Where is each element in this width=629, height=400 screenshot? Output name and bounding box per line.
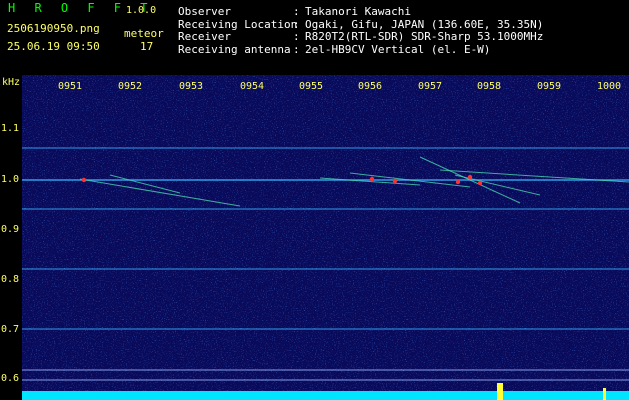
- info-key: Receiving Location: [178, 17, 298, 31]
- info-row-observer: Observer: Takanori Kawachi: [178, 5, 543, 18]
- noise-floor: [22, 391, 629, 400]
- info-row-antenna: Receiving antenna:2el-HB9CV Vertical (el…: [178, 43, 543, 56]
- meteor-echo-head: [392, 178, 398, 184]
- noise-texture: [22, 75, 629, 400]
- spectrogram-panel: kHz 1.1 1.0 0.9 0.8 0.7 0.6 0951 0952 09…: [0, 75, 629, 400]
- x-tick-label: 0951: [58, 81, 83, 92]
- meteor-echo-head: [467, 174, 473, 180]
- x-tick-label: 1000: [597, 81, 622, 92]
- meteor-label: meteor: [124, 27, 164, 40]
- app-version: 1.0.0: [126, 5, 157, 16]
- x-tick-label: 0954: [240, 81, 265, 92]
- x-tick-label: 0955: [299, 81, 324, 92]
- spectrogram-image: [22, 75, 629, 400]
- x-tick-label: 0959: [537, 81, 562, 92]
- info-row-receiver: Receiver: R820T2(RTL-SDR) SDR-Sharp 53.10…: [178, 30, 543, 43]
- x-tick-label: 0957: [418, 81, 443, 92]
- station-info: Observer: Takanori Kawachi Receiving Loca…: [178, 5, 543, 56]
- info-value: R820T2(RTL-SDR) SDR-Sharp 53.1000MHz: [305, 30, 544, 43]
- y-tick-label: 0.8: [1, 274, 20, 285]
- y-tick-label: 1.0: [1, 174, 20, 185]
- capture-datetime: 25.06.19 09:50: [7, 40, 100, 53]
- y-tick-label: 0.7: [1, 324, 20, 335]
- info-separator: :: [293, 5, 300, 18]
- meteor-echo-head: [369, 176, 375, 182]
- y-tick-label: 0.6: [1, 373, 20, 384]
- x-tick-label: 0952: [118, 81, 143, 92]
- info-value: Ogaki, Gifu, JAPAN (136.60E, 35.35N): [305, 17, 544, 31]
- x-tick-label: 0958: [477, 81, 502, 92]
- y-tick-label: 0.9: [1, 224, 20, 235]
- info-row-location: Receiving Location: Ogaki, Gifu, JAPAN (1…: [178, 18, 543, 31]
- info-key: Receiver: [178, 30, 231, 43]
- info-separator: :: [293, 30, 300, 43]
- header-panel: H R O F F T 1.0.0 2506190950.png 25.06.1…: [0, 0, 629, 75]
- info-separator: :: [293, 17, 300, 31]
- noise-spike: [603, 388, 606, 400]
- info-value: Takanori Kawachi: [305, 5, 411, 18]
- info-value: 2el-HB9CV Vertical (el. E-W): [305, 42, 491, 56]
- meteor-echo-head: [455, 179, 461, 185]
- info-key: Observer: [178, 5, 231, 18]
- meteor-count: 17: [140, 40, 154, 53]
- image-filename: 2506190950.png: [7, 22, 100, 35]
- x-tick-label: 0953: [179, 81, 204, 92]
- info-separator: :: [293, 42, 300, 56]
- info-key: Receiving antenna: [178, 42, 291, 56]
- y-tick-label: 1.1: [1, 123, 20, 134]
- unit-label: kHz: [2, 77, 21, 88]
- meteor-echo-head: [81, 177, 87, 183]
- noise-spike: [497, 383, 503, 400]
- meteor-echo-head: [477, 180, 483, 186]
- x-tick-label: 0956: [358, 81, 383, 92]
